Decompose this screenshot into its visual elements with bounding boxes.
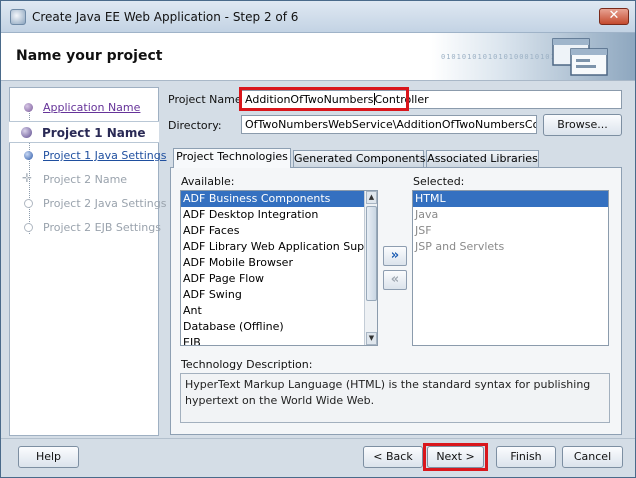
available-technology-item[interactable]: Ant [181, 303, 377, 319]
available-technology-item[interactable]: Database (Offline) [181, 319, 377, 335]
scroll-thumb[interactable] [366, 206, 377, 301]
tab-associated-libraries[interactable]: Associated Libraries [426, 150, 539, 168]
selected-technology-item[interactable]: JSF [413, 223, 608, 239]
browse-button[interactable]: Browse... [543, 114, 622, 136]
wizard-steps-nav: Application Name Project 1 Name Project … [9, 87, 166, 436]
selected-technology-item[interactable]: HTML [413, 191, 608, 207]
disabled-step-cross-icon [22, 171, 33, 185]
nav-step-application-name[interactable]: Application Name [10, 97, 158, 119]
available-label: Available: [181, 175, 235, 188]
nav-step-project-2-ejb-settings: Project 2 EJB Settings [10, 217, 161, 239]
finish-button[interactable]: Finish [496, 446, 556, 468]
available-technology-item[interactable]: ADF Faces [181, 223, 377, 239]
nav-step-label: Project 2 EJB Settings [43, 221, 161, 234]
wizard-header: Name your project 0101010101010100010101… [1, 33, 635, 81]
nav-step-project-1-name[interactable]: Project 1 Name [9, 121, 159, 143]
selected-technology-item[interactable]: JSP and Servlets [413, 239, 608, 255]
project-name-highlight-annotation [239, 87, 409, 111]
close-button[interactable]: ✕ [599, 8, 629, 25]
available-technology-item[interactable]: EJB [181, 335, 377, 345]
nav-step-project-1-java-settings[interactable]: Project 1 Java Settings [10, 145, 166, 167]
step-bullet-icon [24, 151, 33, 160]
selected-label: Selected: [413, 175, 465, 188]
scroll-down-arrow-icon[interactable]: ▼ [366, 332, 377, 345]
selected-items-container: HTML Java JSF JSP and Servlets [413, 191, 608, 255]
scroll-up-arrow-icon[interactable]: ▲ [366, 191, 377, 204]
available-technology-item[interactable]: ADF Swing [181, 287, 377, 303]
nav-step-label: Application Name [43, 101, 141, 114]
directory-input[interactable]: OfTwoNumbersWebService\AdditionOfTwoNumb… [241, 115, 537, 134]
add-technology-button[interactable]: » [383, 246, 407, 266]
directory-label: Directory: [168, 119, 222, 132]
available-technology-item[interactable]: ADF Mobile Browser [181, 255, 377, 271]
available-items-container: ADF Business Components ADF Desktop Integ… [181, 191, 377, 345]
available-list-scrollbar[interactable]: ▲ ▼ [364, 191, 377, 345]
nav-step-label: Project 2 Name [43, 173, 128, 186]
tab-generated-components[interactable]: Generated Components [293, 150, 425, 168]
available-technology-item[interactable]: ADF Desktop Integration [181, 207, 377, 223]
selected-technologies-list[interactable]: HTML Java JSF JSP and Servlets [412, 190, 609, 346]
nav-step-label: Project 1 Java Settings [43, 149, 167, 162]
disabled-step-bullet-icon [24, 199, 33, 208]
title-bar[interactable]: Create Java EE Web Application - Step 2 … [1, 1, 635, 33]
footer-divider [1, 438, 635, 439]
available-technology-item[interactable]: ADF Business Components [181, 191, 377, 207]
available-technology-item[interactable]: ADF Library Web Application Support [181, 239, 377, 255]
available-technologies-list[interactable]: ADF Business Components ADF Desktop Integ… [180, 190, 378, 346]
cancel-button[interactable]: Cancel [562, 446, 623, 468]
disabled-step-bullet-icon [24, 223, 33, 232]
wizard-window: Create Java EE Web Application - Step 2 … [0, 0, 636, 478]
help-button[interactable]: Help [18, 446, 79, 468]
app-icon [10, 9, 26, 25]
remove-technology-button[interactable]: « [383, 270, 407, 290]
technology-description-text: HyperText Markup Language (HTML) is the … [180, 373, 610, 423]
window-title: Create Java EE Web Application - Step 2 … [32, 10, 299, 24]
nav-step-label: Project 2 Java Settings [43, 197, 167, 210]
project-name-label: Project Name: [168, 93, 246, 106]
current-step-bullet-icon [21, 127, 32, 138]
nav-step-project-2-name: Project 2 Name [10, 169, 158, 191]
technology-description-label: Technology Description: [181, 358, 313, 371]
tab-project-technologies[interactable]: Project Technologies [173, 148, 291, 168]
back-button[interactable]: < Back [363, 446, 423, 468]
nav-step-label: Project 1 Name [42, 126, 146, 140]
selected-technology-item[interactable]: Java [413, 207, 608, 223]
page-title: Name your project [16, 48, 163, 64]
visited-step-bullet-icon [24, 103, 33, 112]
available-technology-item[interactable]: ADF Page Flow [181, 271, 377, 287]
wizard-window-icon [552, 38, 608, 76]
next-button-highlight-annotation [423, 443, 488, 471]
nav-step-project-2-java-settings: Project 2 Java Settings [10, 193, 166, 215]
